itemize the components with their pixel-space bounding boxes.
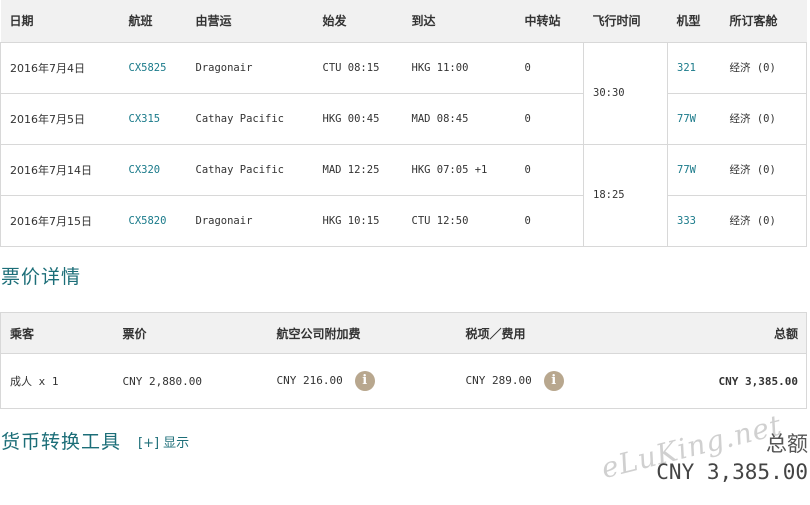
table-row: 2016年7月4日 CX5825 Dragonair CTU 08:15 HKG…: [0, 42, 807, 145]
operator: Cathay Pacific: [186, 144, 314, 196]
flight-number-link[interactable]: CX5820: [119, 195, 187, 247]
flight-date: 2016年7月4日: [0, 42, 120, 94]
table-row: 2016年7月14日 CX320 Cathay Pacific MAD 12:2…: [0, 144, 807, 247]
surcharge-amount: CNY 216.00: [276, 374, 343, 387]
departure: HKG 00:45: [313, 93, 403, 145]
col-stops: 中转站: [515, 0, 584, 43]
grand-total-value: CNY 3,385.00: [656, 460, 808, 484]
operator: Cathay Pacific: [186, 93, 314, 145]
col-operator: 由营运: [186, 0, 314, 43]
fare-amount: CNY 2,880.00: [122, 374, 202, 388]
fare-details-title: 票价详情: [1, 266, 82, 288]
col-fare: 票价: [113, 312, 268, 354]
aircraft-type[interactable]: 77W: [677, 164, 696, 176]
info-icon[interactable]: i: [354, 371, 375, 391]
flight-number[interactable]: CX320: [129, 164, 161, 176]
flight-number[interactable]: CX315: [129, 113, 161, 125]
operator: Dragonair: [186, 42, 314, 94]
currency-tool-title: 货币转换工具: [1, 431, 122, 453]
taxes-amount: CNY 289.00: [465, 374, 532, 387]
fare-details-table: 乘客 票价 航空公司附加费 税项／费用 总额 成人 x 1 CNY 2,880.…: [0, 312, 807, 409]
stops: 0: [515, 144, 584, 196]
currency-tool-toggle[interactable]: [+] 显示: [138, 432, 189, 451]
cabin: 经济 (0): [720, 144, 807, 196]
flight-number-link[interactable]: CX5825: [119, 42, 187, 94]
cabin: 经济 (0): [720, 42, 807, 94]
taxes-cell: CNY 289.00 i: [457, 354, 627, 409]
flight-date: 2016年7月15日: [0, 195, 120, 247]
aircraft-type[interactable]: 321: [677, 62, 696, 74]
arrival: HKG 11:00: [402, 42, 516, 94]
table-row: 2016年7月15日 CX5820 Dragonair HKG 10:15 CT…: [0, 195, 807, 247]
stops: 0: [515, 93, 584, 145]
col-flight: 航班: [119, 0, 187, 43]
grand-total-label: 总额: [766, 432, 808, 456]
flight-number[interactable]: CX5820: [129, 215, 167, 227]
flight-number-link[interactable]: CX315: [119, 93, 187, 145]
arrival: CTU 12:50: [402, 195, 516, 247]
cabin: 经济 (0): [720, 93, 807, 145]
stops: 0: [515, 42, 584, 94]
col-cabin: 所订客舱: [720, 0, 807, 43]
arrival: HKG 07:05 +1: [402, 144, 516, 196]
col-taxes: 税项／费用: [456, 312, 627, 354]
flight-time: 18:25: [583, 144, 668, 247]
col-arrive: 到达: [402, 0, 516, 43]
cabin: 经济 (0): [720, 195, 807, 247]
aircraft-type[interactable]: 333: [677, 215, 696, 227]
aircraft-link[interactable]: 77W: [667, 144, 721, 196]
stops: 0: [515, 195, 584, 247]
fare-table-header: 乘客 票价 航空公司附加费 税项／费用 总额: [0, 312, 807, 354]
surcharge-cell: CNY 216.00 i: [268, 354, 457, 409]
operator: Dragonair: [186, 195, 314, 247]
table-row: 2016年7月5日 CX315 Cathay Pacific HKG 00:45…: [0, 93, 807, 145]
info-icon[interactable]: i: [543, 371, 564, 391]
flight-itinerary-table: 日期 航班 由营运 始发 到达 中转站 飞行时间 机型 所订客舱 2016年7月…: [0, 0, 807, 247]
arrival: MAD 08:45: [402, 93, 516, 145]
col-surcharge: 航空公司附加费: [267, 312, 457, 354]
col-depart: 始发: [313, 0, 403, 43]
aircraft-link[interactable]: 77W: [667, 93, 721, 145]
col-total: 总额: [626, 312, 807, 354]
flight-table-header: 日期 航班 由营运 始发 到达 中转站 飞行时间 机型 所订客舱: [0, 0, 807, 43]
col-passenger: 乘客: [0, 312, 114, 354]
flight-date: 2016年7月14日: [0, 144, 120, 196]
aircraft-link[interactable]: 333: [667, 195, 721, 247]
departure: HKG 10:15: [313, 195, 403, 247]
col-aircraft: 机型: [667, 0, 721, 43]
col-flight-time: 飞行时间: [583, 0, 668, 43]
flight-time: 30:30: [583, 42, 668, 145]
aircraft-type[interactable]: 77W: [677, 113, 696, 125]
total-amount: CNY 3,385.00: [718, 374, 798, 388]
col-date: 日期: [0, 0, 120, 43]
aircraft-link[interactable]: 321: [667, 42, 721, 94]
flight-date: 2016年7月5日: [0, 93, 120, 145]
departure: MAD 12:25: [313, 144, 403, 196]
departure: CTU 08:15: [313, 42, 403, 94]
flight-number[interactable]: CX5825: [129, 62, 167, 74]
passenger: 成人 x 1: [10, 375, 59, 388]
flight-number-link[interactable]: CX320: [119, 144, 187, 196]
table-row: 成人 x 1 CNY 2,880.00 CNY 216.00 i CNY 289.…: [1, 354, 807, 409]
